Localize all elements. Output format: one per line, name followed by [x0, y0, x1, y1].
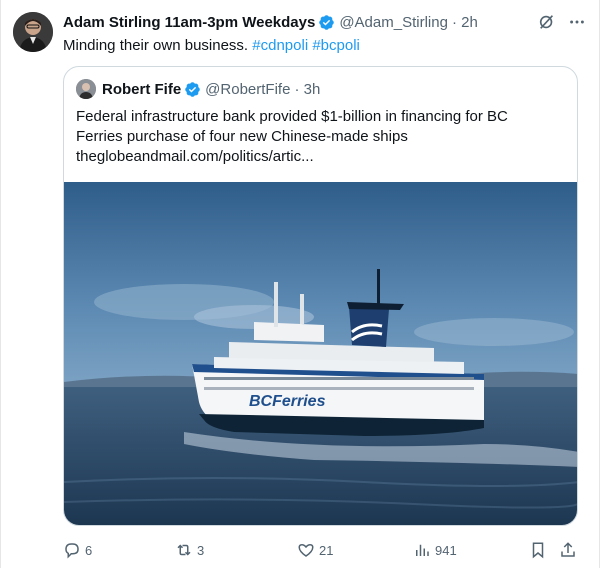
- heart-icon: [298, 543, 314, 557]
- verified-badge-icon: [318, 14, 335, 31]
- verified-badge-icon: [184, 81, 201, 98]
- retweet-icon: [177, 544, 191, 556]
- header-icons: [537, 12, 587, 32]
- tweet-header: Adam Stirling 11am-3pm Weekdays @Adam_St…: [63, 12, 587, 32]
- hashtag-link[interactable]: #cdnpoli: [252, 37, 308, 54]
- ferry-hull-text: BCFerries: [249, 393, 326, 410]
- retweet-count: 3: [197, 542, 205, 558]
- retweet-button[interactable]: 3: [175, 540, 204, 560]
- ferry-photo-graphic: BCFerries: [64, 182, 577, 525]
- quote-text-line: Ferries purchase of four new Chinese-mad…: [76, 128, 408, 145]
- ferry-photo[interactable]: BCFerries: [64, 182, 577, 525]
- quote-header: Robert Fife @RobertFife · 3h: [76, 79, 320, 99]
- tweet-body: Minding their own business.: [63, 37, 249, 54]
- quote-time: · 3h: [294, 80, 321, 98]
- views-icon: [416, 544, 429, 556]
- quote-author-name[interactable]: Robert Fife: [102, 81, 181, 98]
- grok-icon[interactable]: [537, 12, 557, 32]
- author-name[interactable]: Adam Stirling 11am-3pm Weekdays: [63, 14, 315, 31]
- reply-count: 6: [85, 542, 93, 558]
- reply-button[interactable]: 6: [63, 540, 92, 560]
- author-avatar[interactable]: [13, 12, 53, 52]
- reply-icon: [65, 543, 79, 559]
- tweet-text: Minding their own business. #cdnpoli #bc…: [63, 36, 360, 56]
- bookmark-button[interactable]: [529, 540, 547, 560]
- quote-text: Federal infrastructure bank provided $1-…: [76, 107, 566, 167]
- action-bar: 6 3 21 941: [63, 540, 583, 560]
- like-count: 21: [319, 542, 334, 558]
- more-options-icon[interactable]: [567, 12, 587, 32]
- share-button[interactable]: [559, 540, 577, 560]
- quote-author-avatar: [76, 79, 96, 99]
- bookmark-icon: [532, 542, 544, 559]
- share-icon: [561, 542, 575, 557]
- tweet-time[interactable]: · 2h: [452, 14, 478, 31]
- view-count: 941: [435, 542, 457, 558]
- tweet-card: Adam Stirling 11am-3pm Weekdays @Adam_St…: [0, 0, 600, 568]
- quoted-tweet[interactable]: Robert Fife @RobertFife · 3h Federal inf…: [63, 66, 578, 526]
- quote-text-line: Federal infrastructure bank provided $1-…: [76, 108, 508, 125]
- quote-author-handle: @RobertFife: [205, 80, 291, 98]
- like-button[interactable]: 21: [297, 540, 333, 560]
- views-button[interactable]: 941: [413, 540, 457, 560]
- author-handle[interactable]: @Adam_Stirling: [339, 14, 448, 31]
- hashtag-link[interactable]: #bcpoli: [312, 37, 360, 54]
- quote-link[interactable]: theglobeandmail.com/politics/artic...: [76, 147, 566, 167]
